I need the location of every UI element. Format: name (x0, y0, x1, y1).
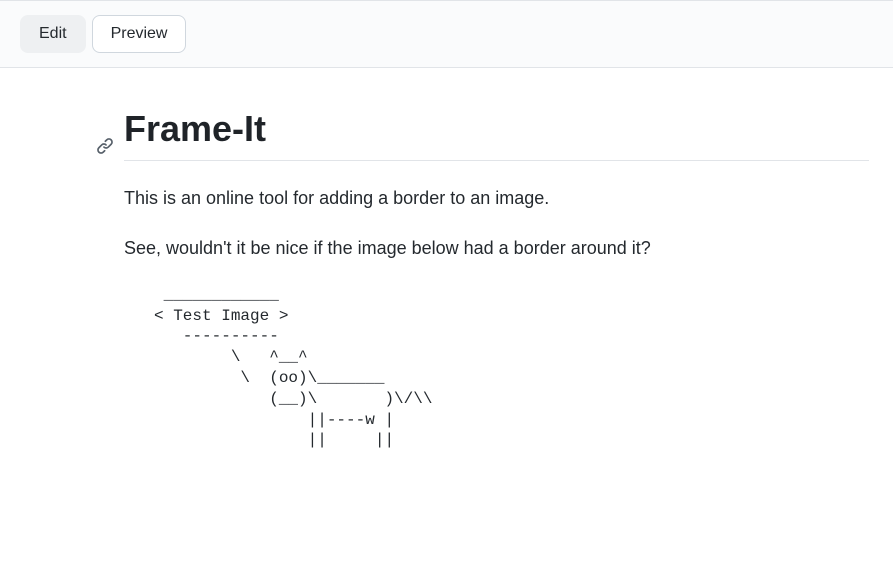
ascii-art-block: ____________ < Test Image > ---------- \… (154, 285, 869, 451)
paragraph-intro: This is an online tool for adding a bord… (124, 185, 869, 213)
preview-content: Frame-It This is an online tool for addi… (0, 68, 893, 475)
editor-tabbar: Edit Preview (0, 1, 893, 68)
link-icon (96, 122, 114, 140)
document-inner: Frame-It This is an online tool for addi… (124, 108, 869, 451)
heading-frame-it: Frame-It (124, 108, 869, 161)
tab-preview[interactable]: Preview (92, 15, 187, 53)
page-container: Edit Preview Frame-It This is an online … (0, 0, 893, 475)
tab-edit[interactable]: Edit (20, 15, 86, 53)
paragraph-prompt: See, wouldn't it be nice if the image be… (124, 235, 869, 263)
heading-text: Frame-It (124, 108, 266, 149)
